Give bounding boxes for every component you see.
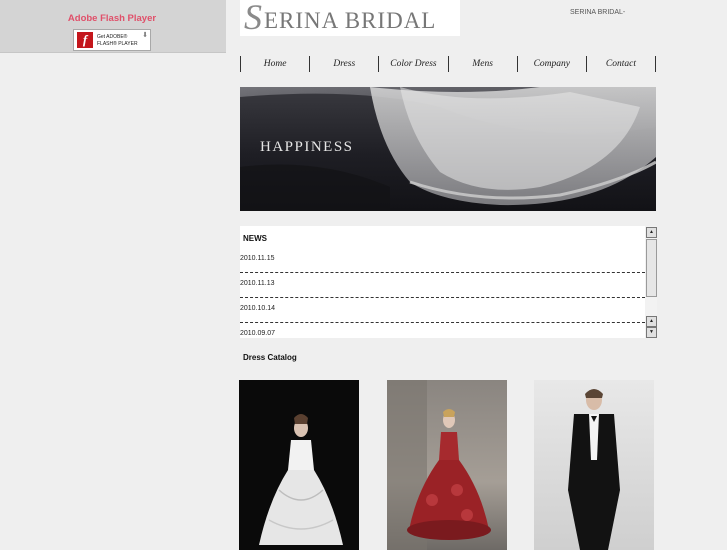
arrow-up-icon[interactable]: ▲ [646,316,657,327]
flash-logo-icon: f [77,32,93,48]
mens-tuxedo-image [568,389,620,550]
flash-notice-panel: Adobe Flash Player f Get ADOBE® FLASH® P… [0,0,226,53]
news-panel: NEWS 2010.11.15 2010.11.13 2010.10.14 20… [240,226,657,338]
news-date: 2010.09.07 [240,330,276,337]
arrow-up-icon[interactable]: ▲ [646,227,657,238]
site-logo[interactable]: S ERINA BRIDAL [240,0,460,37]
flash-badge-line1: Get ADOBE® [97,34,128,40]
news-date: 2010.10.14 [240,305,276,312]
catalog-item-red-dress[interactable] [387,380,507,550]
news-scrollbar[interactable]: ▲ ▲ ▼ [645,226,657,338]
download-arrow-icon: ⬇ [142,32,148,39]
catalog-item-mens-tuxedo[interactable] [534,380,654,550]
nav-item-dress[interactable]: Dress [309,56,378,72]
news-date: 2010.11.15 [240,255,275,262]
logo-text: ERINA BRIDAL [264,8,437,33]
nav-item-home[interactable]: Home [240,56,309,72]
catalog-heading: Dress Catalog [243,353,297,362]
site-label: SERINA BRIDAL- [570,9,626,16]
news-item[interactable]: 2010.10.14 [240,298,645,323]
hero-banner: HAPPINESS [240,87,656,211]
news-heading: NEWS [243,234,267,243]
logo-initial: S [244,0,262,37]
get-flash-player-button[interactable]: f Get ADOBE® FLASH® PLAYER ⬇ [73,29,151,51]
flash-badge-line2: FLASH® PLAYER [97,41,138,47]
red-color-dress-image [387,380,491,550]
news-item[interactable]: 2010.09.07 [240,323,645,338]
white-wedding-dress-image [259,414,343,545]
catalog-item-white-dress[interactable] [239,380,359,550]
flash-title: Adobe Flash Player [67,13,157,24]
hero-tagline: HAPPINESS [260,139,354,155]
nav-item-company[interactable]: Company [516,56,586,72]
nav-item-contact[interactable]: Contact [585,56,657,72]
news-item[interactable]: 2010.11.13 [240,273,645,298]
scroll-thumb[interactable] [646,239,657,297]
news-item[interactable]: 2010.11.15 [240,248,645,273]
news-date: 2010.11.13 [240,280,275,287]
main-nav: Home Dress Color Dress Mens Company Cont… [240,56,657,72]
nav-item-color-dress[interactable]: Color Dress [378,56,447,72]
nav-item-mens[interactable]: Mens [447,56,517,72]
arrow-down-icon[interactable]: ▼ [646,327,657,338]
